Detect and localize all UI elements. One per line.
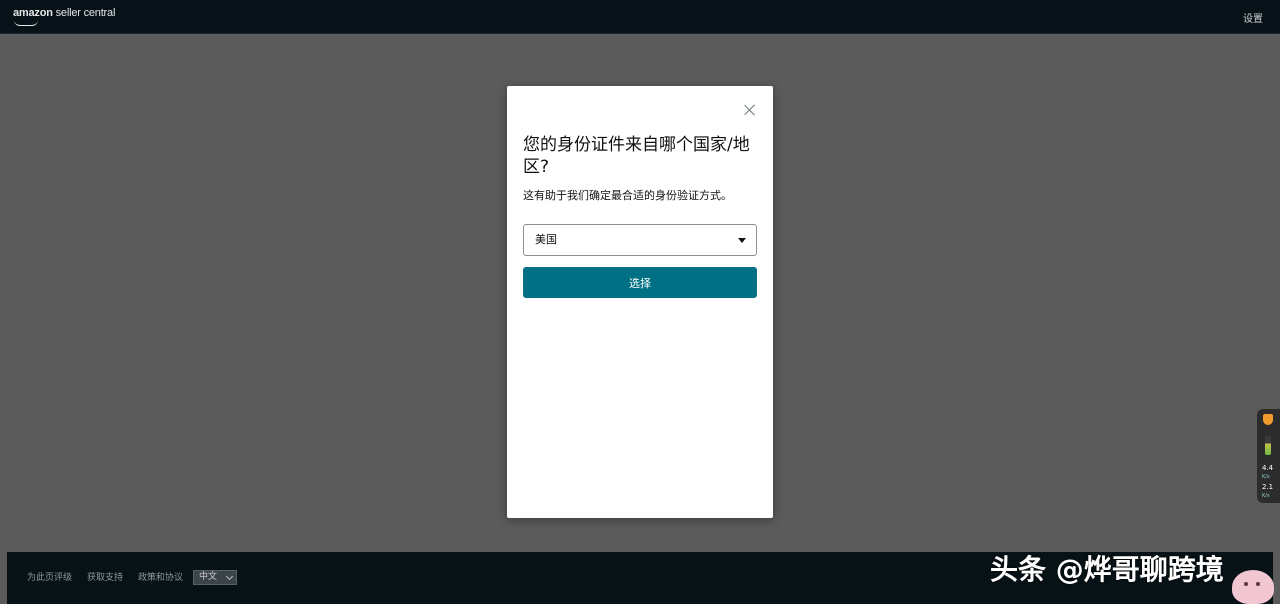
- dialog-subtitle: 这有助于我们确定最合适的身份验证方式。: [523, 189, 732, 202]
- upload-speed-unit: K/s: [1262, 474, 1270, 480]
- mascot-eye-icon: [1244, 582, 1248, 586]
- network-speed-widget[interactable]: 4.4 K/s 2.1 K/s: [1257, 409, 1280, 503]
- chevron-down-icon: [225, 572, 234, 581]
- footer-link-policies[interactable]: 政策和协议: [138, 570, 183, 583]
- logo-product-text: seller central: [55, 7, 116, 19]
- shield-icon: [1263, 414, 1273, 425]
- select-button[interactable]: 选择: [523, 267, 757, 298]
- watermark-text: 头条 @烨哥聊跨境: [990, 553, 1224, 586]
- caret-down-icon: [738, 238, 746, 243]
- upload-speed-value: 4.4: [1262, 464, 1274, 472]
- battery-meter-icon: [1265, 436, 1271, 455]
- mascot-eye-icon: [1256, 582, 1260, 586]
- download-speed-unit: K/s: [1262, 493, 1270, 499]
- country-select[interactable]: 美国: [523, 224, 757, 256]
- close-icon[interactable]: [743, 103, 757, 117]
- download-speed: 2.1 K/s: [1262, 483, 1273, 500]
- settings-link[interactable]: 设置: [1243, 10, 1263, 25]
- select-button-label: 选择: [629, 276, 651, 290]
- id-country-dialog: 您的身份证件来自哪个国家/地区? 这有助于我们确定最合适的身份验证方式。 美国 …: [507, 86, 773, 518]
- country-select-value: 美国: [535, 233, 557, 246]
- download-speed-value: 2.1: [1262, 483, 1274, 491]
- logo-brand-text: amazon: [13, 7, 53, 19]
- footer-links: 为此页评级 获取支持 政策和协议: [27, 570, 198, 583]
- dialog-title: 您的身份证件来自哪个国家/地区?: [523, 135, 750, 177]
- language-select-value: 中文: [199, 572, 218, 582]
- top-navigation-bar: amazon seller central 设置: [0, 0, 1280, 34]
- footer-link-rate-page[interactable]: 为此页评级: [27, 570, 72, 583]
- amazon-seller-central-logo[interactable]: amazon seller central: [13, 7, 116, 26]
- language-select[interactable]: 中文: [193, 570, 237, 585]
- mascot-icon: [1232, 570, 1274, 604]
- footer-link-get-support[interactable]: 获取支持: [87, 570, 123, 583]
- amazon-smile-icon: [14, 20, 38, 26]
- upload-speed: 4.4 K/s: [1262, 464, 1273, 481]
